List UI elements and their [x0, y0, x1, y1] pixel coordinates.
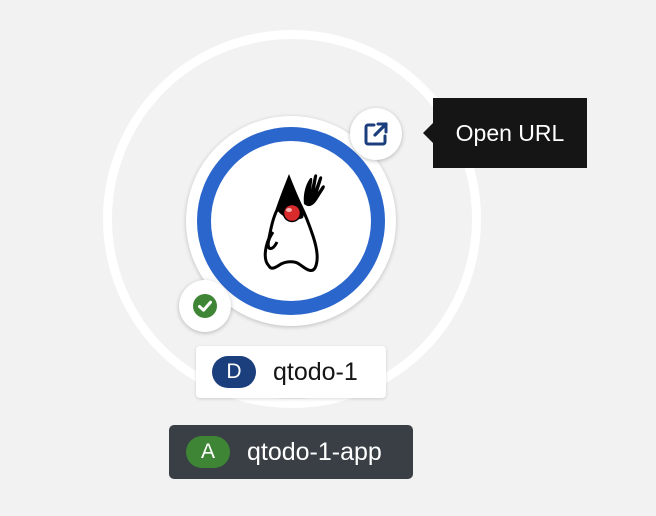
open-url-button[interactable]: [350, 108, 402, 160]
tooltip-arrow: [423, 123, 433, 143]
status-decorator[interactable]: [179, 280, 231, 332]
application-label[interactable]: A qtodo-1-app: [169, 425, 413, 479]
application-kind-badge: A: [186, 436, 230, 468]
deployment-name: qtodo-1: [273, 357, 358, 386]
check-circle-icon: [193, 294, 217, 318]
tooltip-text: Open URL: [455, 119, 565, 146]
application-name: qtodo-1-app: [247, 437, 382, 466]
deployment-kind-badge: D: [212, 356, 256, 388]
deployment-label[interactable]: D qtodo-1: [196, 346, 386, 398]
external-link-icon: [364, 122, 388, 146]
open-url-tooltip: Open URL: [423, 98, 587, 168]
java-duke-icon: [263, 173, 325, 272]
